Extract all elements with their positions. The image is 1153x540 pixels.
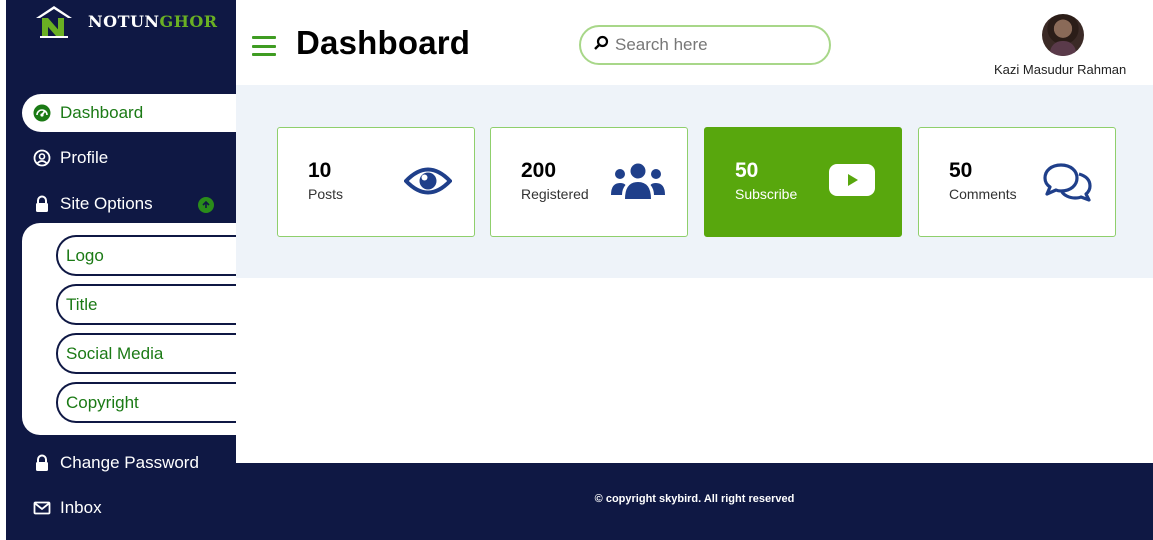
- page-title: Dashboard: [296, 24, 471, 61]
- house-logo-icon: [34, 4, 74, 38]
- stat-value: 50: [735, 159, 759, 182]
- stat-value: 50: [949, 159, 973, 182]
- stat-card-posts[interactable]: 10 Posts: [277, 127, 475, 237]
- lock-icon: [32, 194, 52, 214]
- site-options-submenu: Logo Title Social Media Copyright: [22, 223, 236, 435]
- submenu-item-label: Title: [66, 294, 98, 314]
- youtube-icon: [829, 164, 875, 201]
- speedometer-icon: [32, 103, 52, 123]
- stats-area: 10 Posts 200 Registered 50 Subscribe 50 …: [236, 85, 1153, 278]
- stat-label: Registered: [521, 186, 589, 202]
- sidebar-item-dashboard[interactable]: Dashboard: [22, 94, 236, 132]
- search-input[interactable]: [615, 35, 815, 55]
- sidebar-item-inbox[interactable]: Inbox: [22, 489, 236, 527]
- submenu-item-logo[interactable]: Logo: [56, 235, 236, 276]
- avatar[interactable]: [1042, 14, 1084, 56]
- sidebar-item-label: Site Options: [60, 194, 153, 213]
- sidebar-item-change-password[interactable]: Change Password: [22, 444, 236, 482]
- envelope-icon: [32, 498, 52, 518]
- stat-value: 10: [308, 159, 332, 182]
- stat-label: Posts: [308, 186, 344, 202]
- user-circle-icon: [32, 148, 52, 168]
- sidebar-item-site-options[interactable]: Site Options: [22, 185, 236, 223]
- user-name[interactable]: Kazi Masudur Rahman: [994, 62, 1126, 77]
- sidebar-item-label: Change Password: [60, 453, 199, 472]
- comments-icon: [1043, 162, 1093, 207]
- stat-card-comments[interactable]: 50 Comments: [918, 127, 1116, 237]
- stat-label: Subscribe: [735, 186, 798, 202]
- copyright-text: © copyright skybird. All right reserved: [594, 492, 795, 505]
- sidebar-item-label: Profile: [60, 148, 109, 167]
- stat-card-registered[interactable]: 200 Registered: [490, 127, 688, 237]
- stat-value: 200: [521, 159, 557, 182]
- sidebar-item-label: Dashboard: [60, 103, 144, 122]
- dashboard-page: NOTUNGHOR Dashboard Profile Site Options: [0, 0, 1153, 540]
- stat-card-subscribe[interactable]: 50 Subscribe: [704, 127, 902, 237]
- submenu-item-label: Logo: [66, 245, 104, 265]
- footer: © copyright skybird. All right reserved: [236, 463, 1153, 540]
- brand-logo[interactable]: NOTUNGHOR: [34, 4, 218, 38]
- sidebar: NOTUNGHOR Dashboard Profile Site Options: [6, 0, 236, 540]
- top-header: Dashboard Kazi Masudur Rahman: [236, 0, 1153, 85]
- eye-icon: [403, 164, 453, 203]
- lock-icon: [32, 453, 52, 473]
- submenu-item-copyright[interactable]: Copyright: [56, 382, 236, 423]
- sidebar-item-profile[interactable]: Profile: [22, 139, 236, 177]
- sidebar-item-label: Inbox: [60, 498, 102, 517]
- search-icon: [593, 35, 609, 56]
- hamburger-menu-icon[interactable]: [252, 36, 276, 56]
- stat-label: Comments: [949, 186, 1017, 202]
- arrow-up-icon[interactable]: [198, 197, 214, 213]
- users-icon: [611, 162, 665, 205]
- search-box[interactable]: [579, 25, 831, 65]
- brand-name: NOTUNGHOR: [88, 11, 218, 31]
- submenu-item-label: Social Media: [66, 343, 164, 363]
- submenu-item-social-media[interactable]: Social Media: [56, 333, 236, 374]
- submenu-item-label: Copyright: [66, 392, 139, 412]
- submenu-item-title[interactable]: Title: [56, 284, 236, 325]
